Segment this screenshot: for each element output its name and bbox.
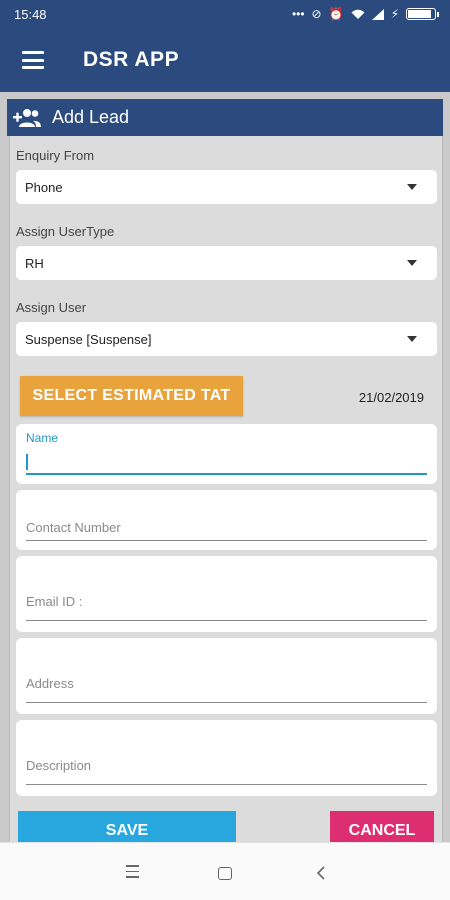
assign-usertype-value: RH (25, 255, 44, 271)
alarm-icon: ⏰ (328, 7, 344, 21)
description-underline (26, 784, 427, 785)
name-label: Name (26, 431, 59, 445)
select-estimated-tat-button[interactable]: SELECT ESTIMATED TAT (20, 376, 243, 416)
system-nav-bar (0, 842, 450, 900)
contact-number-hint: Contact Number (26, 520, 121, 535)
name-field[interactable]: Name (16, 424, 437, 484)
dropdown-arrow-icon (407, 184, 417, 190)
wifi-icon (351, 9, 365, 19)
assign-usertype-select[interactable]: RH (16, 246, 437, 280)
app-title: DSR APP (83, 48, 180, 71)
address-field[interactable]: Address (16, 638, 437, 714)
section-title: Add Lead (52, 107, 130, 127)
contact-number-underline (26, 540, 427, 541)
assign-usertype-label: Assign UserType (16, 224, 115, 239)
add-user-icon (13, 108, 41, 127)
sync-off-icon: ⊘ (311, 7, 322, 21)
assign-user-select[interactable]: Suspense [Suspense] (16, 322, 437, 356)
dropdown-arrow-icon (407, 260, 417, 266)
status-time: 15:48 (14, 6, 47, 22)
email-underline (26, 620, 427, 621)
description-hint: Description (26, 758, 92, 773)
enquiry-from-label: Enquiry From (16, 148, 95, 163)
description-field[interactable]: Description (16, 720, 437, 796)
section-header: Add Lead (7, 99, 443, 136)
status-bar: 15:48 ••• ⊘ ⏰ ⚡ (0, 0, 450, 28)
assign-user-label: Assign User (16, 300, 87, 315)
add-lead-form: Enquiry From Phone Assign UserType RH As… (9, 136, 443, 851)
more-dots-icon: ••• (291, 7, 305, 21)
address-underline (26, 702, 427, 703)
content-area: Add Lead Enquiry From Phone Assign UserT… (0, 92, 450, 851)
assign-user-value: Suspense [Suspense] (25, 331, 152, 347)
home-icon[interactable] (218, 867, 232, 880)
signal-icon (371, 8, 384, 20)
enquiry-from-select[interactable]: Phone (16, 170, 437, 204)
address-hint: Address (26, 676, 74, 691)
name-underline (26, 473, 427, 475)
email-field[interactable]: Email ID : (16, 556, 437, 632)
contact-number-field[interactable]: Contact Number (16, 490, 437, 550)
email-hint: Email ID : (26, 594, 83, 609)
charging-icon: ⚡ (390, 7, 399, 21)
status-icons: ••• ⊘ ⏰ ⚡ (291, 7, 439, 21)
hamburger-menu-icon[interactable] (22, 51, 44, 69)
tat-date: 21/02/2019 (358, 390, 424, 405)
text-cursor (26, 454, 28, 470)
dropdown-arrow-icon (407, 336, 417, 342)
enquiry-from-value: Phone (25, 179, 63, 195)
app-bar: DSR APP (0, 28, 450, 92)
back-icon[interactable] (314, 865, 330, 881)
battery-icon (406, 8, 439, 20)
recents-menu-icon[interactable] (126, 865, 142, 881)
